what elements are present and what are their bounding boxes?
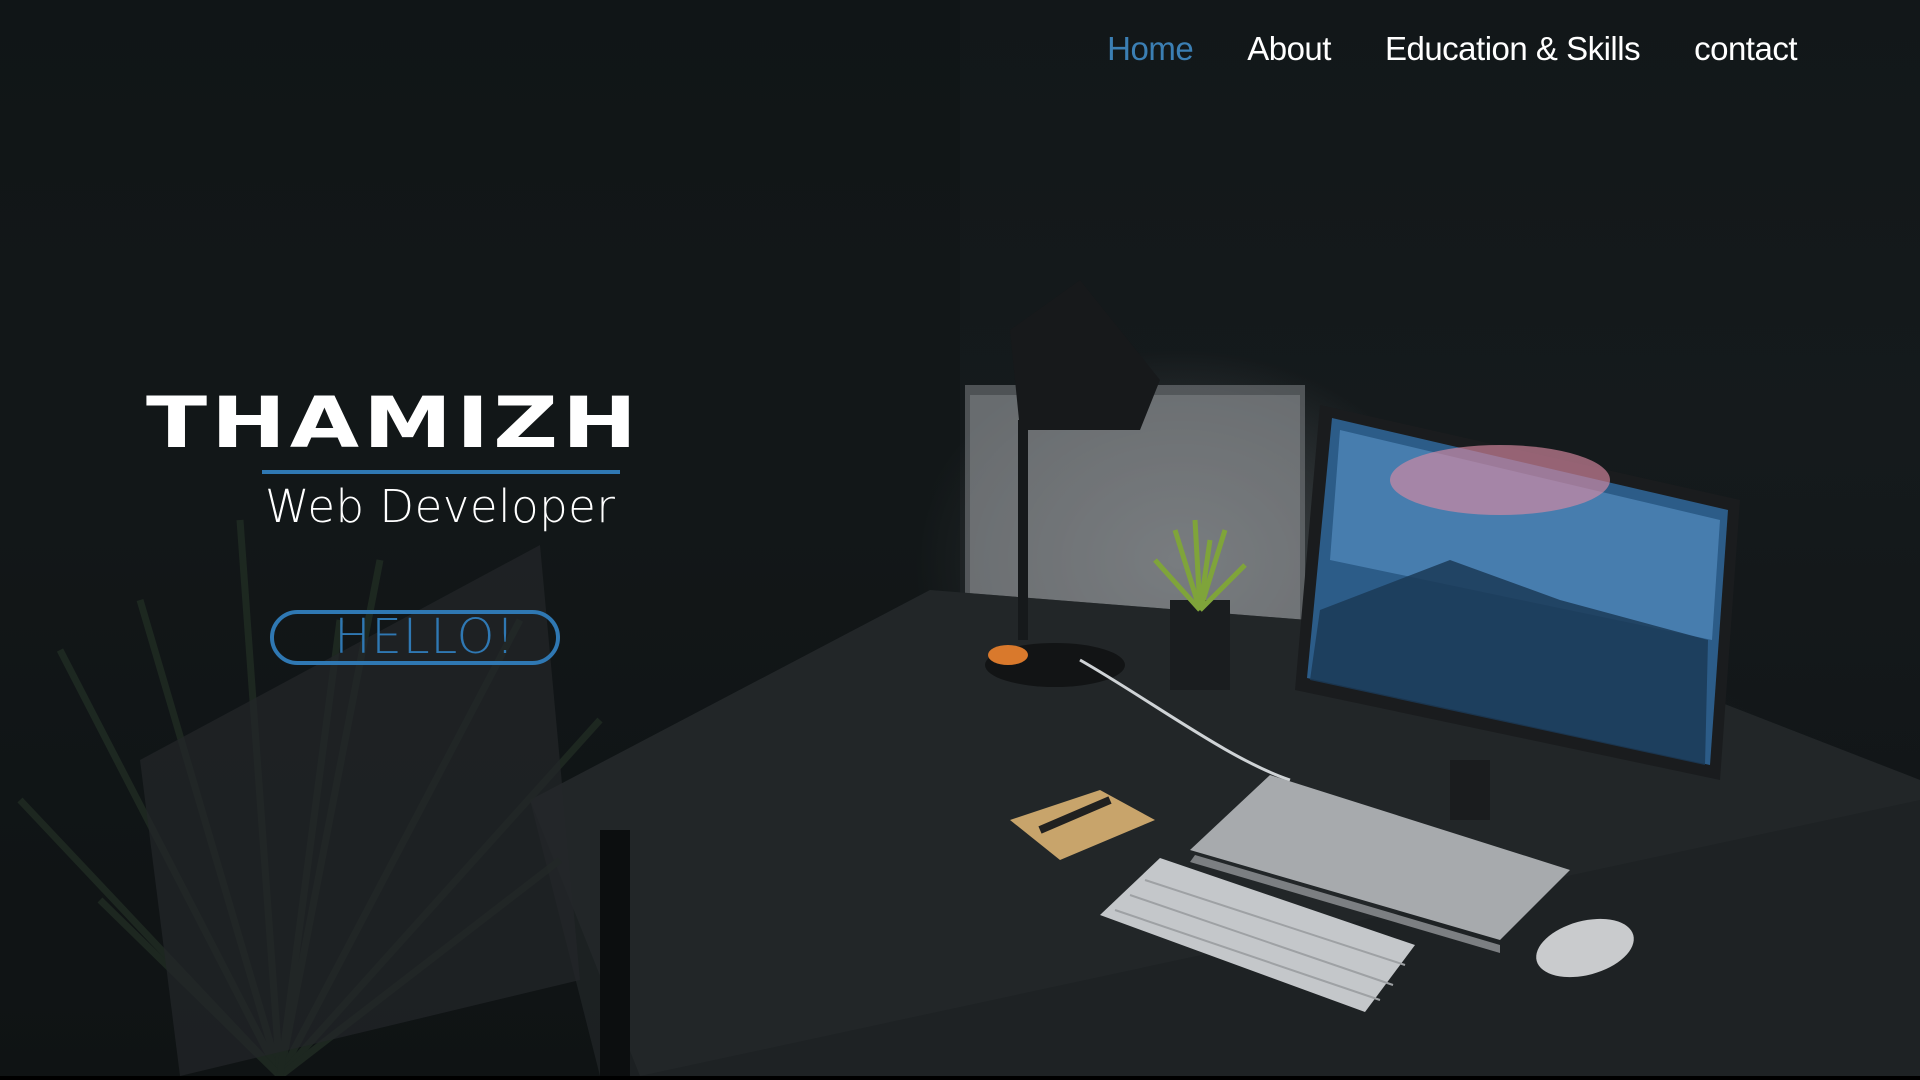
nav-item-about[interactable]: About	[1247, 30, 1331, 68]
nav-item-contact[interactable]: contact	[1694, 30, 1797, 68]
hero-background-image	[0, 0, 1920, 1076]
hero-role: Web Developer	[265, 480, 616, 533]
hello-button[interactable]: HELLO!	[270, 610, 560, 665]
bottom-border	[0, 1076, 1920, 1080]
hero-name: THAMIZH	[146, 382, 641, 464]
hero-section: Home About Education & Skills contact TH…	[0, 0, 1920, 1076]
nav-item-education-skills[interactable]: Education & Skills	[1385, 30, 1641, 68]
nav-item-home[interactable]: Home	[1107, 30, 1194, 68]
name-underline-divider	[262, 470, 620, 474]
main-nav: Home About Education & Skills contact	[1107, 30, 1797, 68]
